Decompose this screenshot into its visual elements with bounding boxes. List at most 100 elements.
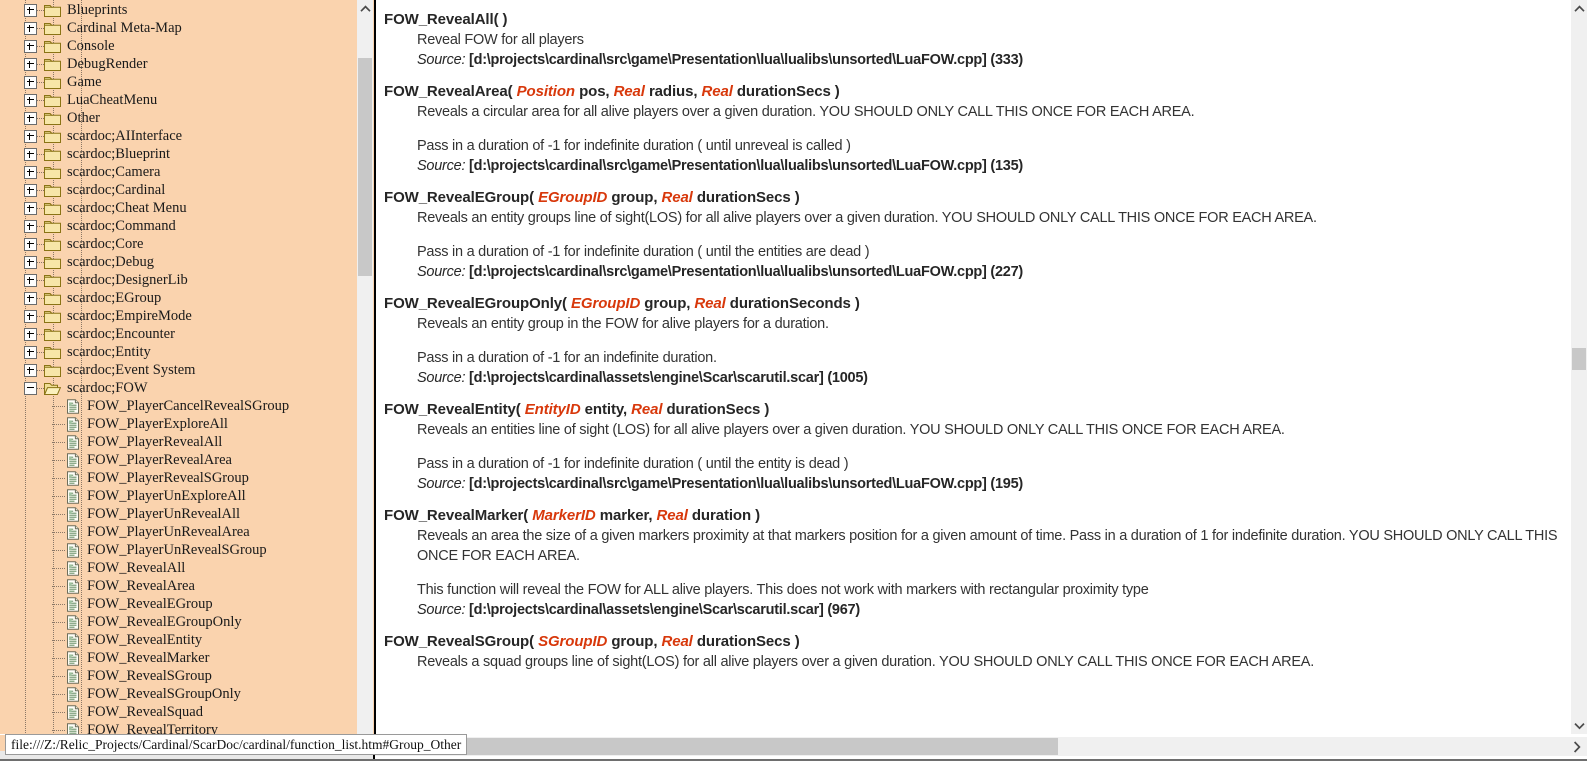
scroll-down-arrow-icon[interactable] [1571,717,1587,734]
content-horizontal-scrollbar[interactable] [375,737,1587,756]
tree-connector [37,99,44,101]
tree-item-group[interactable]: scardoc;EmpireMode [0,307,373,325]
tree-item-function[interactable]: FOW_RevealArea [0,577,373,595]
function-doc-block: FOW_RevealEntity( EntityID entity, Real … [384,400,1565,494]
tree-item-function[interactable]: FOW_RevealEGroup [0,595,373,613]
tree-item-function[interactable]: FOW_PlayerRevealArea [0,451,373,469]
page-document-icon [66,650,80,666]
scroll-up-arrow-icon[interactable] [357,0,373,17]
expand-plus-icon[interactable] [24,129,37,143]
signature-text: FOW_RevealEGroup( [384,189,539,206]
expand-plus-icon[interactable] [24,273,37,287]
signature-text: FOW_RevealAll( ) [384,11,508,28]
expand-plus-icon[interactable] [24,219,37,233]
tree-item-label: Game [67,73,102,90]
tree-item-function[interactable]: FOW_PlayerUnExploreAll [0,487,373,505]
tree-connector [37,243,44,245]
expand-plus-icon[interactable] [24,147,37,161]
tree-item-function[interactable]: FOW_RevealSGroupOnly [0,685,373,703]
expand-plus-icon[interactable] [24,363,37,377]
tree-connector [52,549,66,551]
tree-connector [52,639,66,641]
tree-item-group[interactable]: scardoc;Cardinal [0,181,373,199]
tree-item-function[interactable]: FOW_PlayerCancelRevealSGroup [0,397,373,415]
expand-plus-icon[interactable] [24,255,37,269]
tree-item-group[interactable]: scardoc;Event System [0,361,373,379]
tree-item-group[interactable]: Game [0,73,373,91]
tree-item-group[interactable]: scardoc;AIInterface [0,127,373,145]
tree-connector [37,261,44,263]
tree-item-label: FOW_PlayerUnRevealSGroup [87,541,267,558]
tree-item-function[interactable]: FOW_PlayerRevealSGroup [0,469,373,487]
content-hscrollbar-thumb[interactable] [405,738,1058,755]
source-label: Source: [417,52,466,68]
collapse-minus-icon[interactable] [24,381,37,395]
tree-connector [37,207,44,209]
expand-plus-icon[interactable] [24,309,37,323]
folder-closed-icon [44,165,61,179]
function-doc-block: FOW_RevealAll( ) Reveal FOW for all playe… [384,10,1565,70]
tree-item-function[interactable]: FOW_RevealMarker [0,649,373,667]
expand-plus-icon[interactable] [24,75,37,89]
tree-item-function[interactable]: FOW_PlayerRevealAll [0,433,373,451]
expand-plus-icon[interactable] [24,345,37,359]
tree-item-group[interactable]: scardoc;Entity [0,343,373,361]
scroll-right-arrow-icon[interactable] [1568,738,1585,755]
parameter-type: SGroupID [538,633,608,650]
tree-item-group[interactable]: scardoc;DesignerLib [0,271,373,289]
tree-item-group[interactable]: scardoc;Blueprint [0,145,373,163]
tree-item-group[interactable]: Blueprints [0,1,373,19]
tree-vertical-scrollbar[interactable] [356,0,373,734]
expand-plus-icon[interactable] [24,201,37,215]
expand-plus-icon[interactable] [24,327,37,341]
tree-item-function[interactable]: FOW_RevealEGroupOnly [0,613,373,631]
expand-plus-icon[interactable] [24,183,37,197]
tree-item-function[interactable]: FOW_RevealTerritory [0,721,373,734]
folder-closed-icon [44,147,61,161]
expand-plus-icon[interactable] [24,111,37,125]
expand-plus-icon[interactable] [24,237,37,251]
tree-item-group[interactable]: Cardinal Meta-Map [0,19,373,37]
tree-item-group[interactable]: scardoc;FOW [0,379,373,397]
tree-item-group[interactable]: Console [0,37,373,55]
tree-item-function[interactable]: FOW_RevealAll [0,559,373,577]
expand-plus-icon[interactable] [24,93,37,107]
function-doc-block: FOW_RevealEGroup( EGroupID group, Real d… [384,188,1565,282]
tree-item-group[interactable]: scardoc;EGroup [0,289,373,307]
tree-item-function[interactable]: FOW_PlayerUnRevealArea [0,523,373,541]
tree-connector [52,423,66,425]
tree-item-group[interactable]: scardoc;Cheat Menu [0,199,373,217]
expand-plus-icon[interactable] [24,3,37,17]
expand-plus-icon[interactable] [24,291,37,305]
expand-plus-icon[interactable] [24,21,37,35]
tree-item-group[interactable]: LuaCheatMenu [0,91,373,109]
tree-connector [52,603,66,605]
content-scrollbar-thumb[interactable] [1572,348,1586,370]
tree-item-function[interactable]: FOW_RevealEntity [0,631,373,649]
folder-closed-icon [44,93,61,107]
tree-item-group[interactable]: scardoc;Core [0,235,373,253]
expand-plus-icon[interactable] [24,57,37,71]
tree-item-function[interactable]: FOW_PlayerExploreAll [0,415,373,433]
tree-connector [52,567,66,569]
tree-item-group[interactable]: scardoc;Command [0,217,373,235]
tree-connector [37,225,44,227]
tree-item-group[interactable]: DebugRender [0,55,373,73]
expand-plus-icon[interactable] [24,39,37,53]
folder-closed-icon [44,75,61,89]
tree-item-function[interactable]: FOW_PlayerUnRevealAll [0,505,373,523]
tree-item-group[interactable]: Other [0,109,373,127]
tree-item-label: FOW_PlayerCancelRevealSGroup [87,397,290,414]
function-description: Reveals an area the size of a given mark… [417,528,1558,564]
tree-item-function[interactable]: FOW_RevealSGroup [0,667,373,685]
tree-scrollbar-thumb[interactable] [358,58,372,276]
scroll-up-arrow-icon[interactable] [1571,0,1587,17]
tree-item-function[interactable]: FOW_RevealSquad [0,703,373,721]
tree-item-function[interactable]: FOW_PlayerUnRevealSGroup [0,541,373,559]
tree-item-group[interactable]: scardoc;Camera [0,163,373,181]
tree-item-group[interactable]: scardoc;Debug [0,253,373,271]
content-vertical-scrollbar[interactable] [1571,0,1587,734]
tree-item-label: scardoc;DesignerLib [67,271,188,288]
expand-plus-icon[interactable] [24,165,37,179]
tree-item-group[interactable]: scardoc;Encounter [0,325,373,343]
